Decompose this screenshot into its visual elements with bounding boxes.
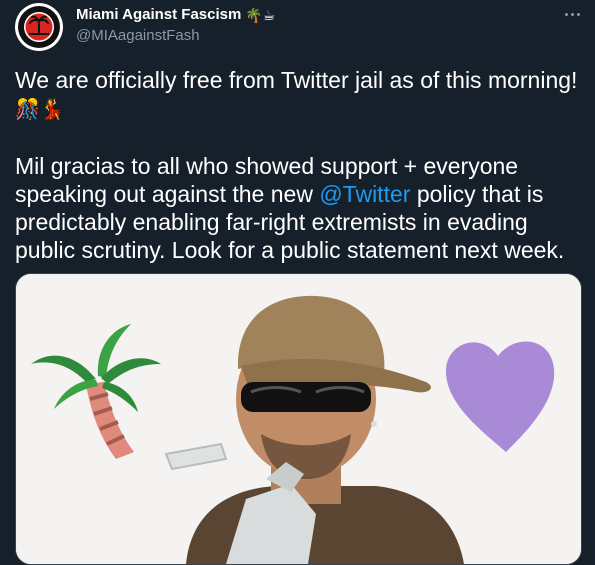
tweet-paragraph-2: Mil gracias to all who showed support + … bbox=[15, 152, 585, 264]
tweet: Miami Against Fascism 🌴☕ @MIAagainstFash… bbox=[0, 0, 595, 565]
more-horizontal-icon bbox=[564, 12, 568, 16]
author-display-name[interactable]: Miami Against Fascism bbox=[76, 6, 241, 23]
name-emojis: 🌴☕ bbox=[245, 6, 276, 23]
celebration-emojis: 🎊💃 bbox=[15, 99, 65, 121]
author-handle[interactable]: @MIAagainstFash bbox=[76, 27, 200, 44]
avatar[interactable] bbox=[15, 3, 63, 51]
tweet-media-image[interactable] bbox=[15, 273, 582, 565]
author-name-row[interactable]: Miami Against Fascism 🌴☕ bbox=[76, 6, 275, 23]
media-illustration bbox=[16, 274, 581, 564]
twitter-mention-link[interactable]: @Twitter bbox=[319, 181, 410, 207]
tweet-paragraph-1: We are officially free from Twitter jail… bbox=[15, 66, 585, 124]
tweet-text: We are officially free from Twitter jail… bbox=[15, 66, 585, 264]
more-options-button[interactable] bbox=[560, 5, 584, 23]
tweet-line-1: We are officially free from Twitter jail… bbox=[15, 67, 578, 93]
antifa-logo-icon bbox=[16, 4, 62, 50]
